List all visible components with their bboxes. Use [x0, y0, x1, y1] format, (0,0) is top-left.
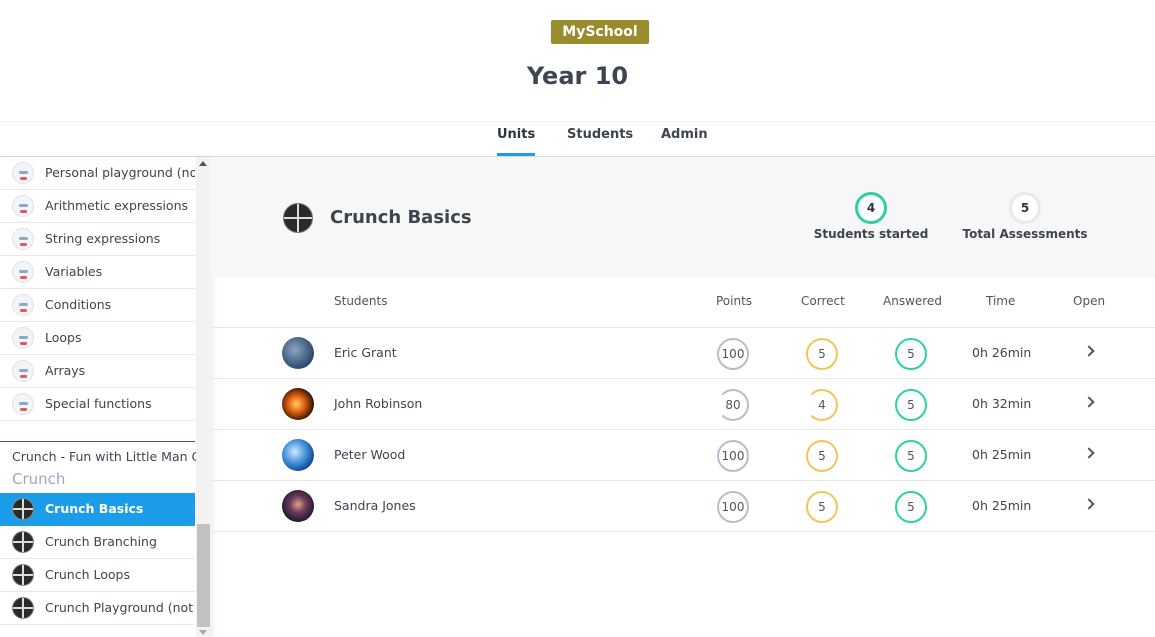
student-name: Peter Wood: [334, 447, 406, 462]
crunch-icon: [12, 597, 34, 619]
sidebar-item-crunch-loops[interactable]: Crunch Loops: [0, 559, 195, 592]
crunch-icon: [12, 498, 34, 520]
total-assessments-stat: 5 Total Assessments: [961, 192, 1089, 241]
header-answered: Answered: [883, 294, 942, 308]
total-assessments-label: Total Assessments: [962, 227, 1088, 241]
school-badge[interactable]: MySchool: [551, 20, 649, 44]
students-started-stat: 4 Students started: [809, 192, 933, 241]
page-title: Year 10: [526, 62, 629, 90]
correct-ring: 4: [806, 389, 838, 421]
sidebar-item-arithmetic-expressions[interactable]: Arithmetic expressions: [0, 190, 195, 223]
sidebar-item-variables[interactable]: Variables: [0, 256, 195, 289]
tab-admin[interactable]: Admin: [661, 127, 708, 156]
robot-icon: [12, 228, 34, 250]
sidebar-item-label: Special functions: [45, 396, 152, 411]
sidebar-item-conditions[interactable]: Conditions: [0, 289, 195, 322]
correct-ring: 5: [806, 440, 838, 472]
chevron-right-icon[interactable]: [1083, 342, 1097, 362]
time-spent: 0h 32min: [972, 396, 1032, 411]
correct-ring: 5: [806, 338, 838, 370]
scroll-down-arrow-icon[interactable]: [199, 630, 207, 635]
tab-bar: Units Students Admin: [0, 122, 1155, 157]
sidebar-item-label: Personal playground (not: [45, 165, 195, 180]
sidebar-item-crunch-basics[interactable]: Crunch Basics: [0, 493, 195, 526]
students-started-count: 4: [855, 192, 887, 224]
answered-ring: 5: [895, 491, 927, 523]
header-open: Open: [1073, 294, 1106, 308]
sidebar-item-label: Crunch Basics: [45, 501, 144, 516]
answered-ring: 5: [895, 338, 927, 370]
student-name: John Robinson: [334, 396, 423, 411]
avatar: [282, 439, 314, 471]
total-assessments-count: 5: [1009, 192, 1041, 224]
unit-summary-panel: Crunch Basics 4 Students started 5 Total…: [211, 157, 1155, 277]
scroll-up-arrow-icon[interactable]: [199, 161, 207, 166]
table-row: Peter Wood 100 5 5 0h 25min: [211, 430, 1155, 481]
table-row: Eric Grant 100 5 5 0h 26min: [211, 328, 1155, 379]
table-row: John Robinson 80 4 5 0h 32min: [211, 379, 1155, 430]
chevron-right-icon[interactable]: [1083, 393, 1097, 413]
scroll-thumb[interactable]: [197, 524, 210, 627]
points-ring: 100: [717, 491, 749, 523]
robot-icon: [12, 195, 34, 217]
crunch-icon: [12, 531, 34, 553]
time-spent: 0h 25min: [972, 447, 1032, 462]
sidebar-item-label: Arithmetic expressions: [45, 198, 189, 213]
header-time: Time: [986, 294, 1016, 308]
sidebar-item-label: Arrays: [45, 363, 86, 378]
sidebar-item-personal-playground[interactable]: Personal playground (not: [0, 157, 195, 190]
student-name: Eric Grant: [334, 345, 397, 360]
points-ring: 100: [717, 338, 749, 370]
sidebar-item-label: Crunch Loops: [45, 567, 130, 582]
answered-ring: 5: [895, 389, 927, 421]
avatar: [282, 337, 314, 369]
robot-icon: [12, 162, 34, 184]
sidebar-item-label: Variables: [45, 264, 103, 279]
points-ring: 80: [717, 389, 749, 421]
avatar: [282, 490, 314, 522]
table-header: Students Points Correct Answered Time Op…: [211, 277, 1155, 328]
table-row: Sandra Jones 100 5 5 0h 25min: [211, 481, 1155, 532]
sidebar-item-label: Loops: [45, 330, 82, 345]
points-ring: 100: [717, 440, 749, 472]
sidebar-item-loops[interactable]: Loops: [0, 322, 195, 355]
time-spent: 0h 26min: [972, 345, 1032, 360]
sidebar-group-divider: [0, 441, 195, 442]
sidebar-item-arrays[interactable]: Arrays: [0, 355, 195, 388]
robot-icon: [12, 294, 34, 316]
sidebar-item-label: String expressions: [45, 231, 161, 246]
robot-icon: [12, 360, 34, 382]
sidebar-item-label: Crunch Branching: [45, 534, 157, 549]
sidebar-group-subtitle: Crunch: [12, 470, 66, 488]
time-spent: 0h 25min: [972, 498, 1032, 513]
sidebar-item-label: Crunch Playground (not a: [45, 600, 195, 615]
robot-icon: [12, 393, 34, 415]
unit-title: Crunch Basics: [330, 207, 472, 228]
sidebar-group-title[interactable]: Crunch - Fun with Little Man C...: [12, 449, 197, 464]
students-started-label: Students started: [813, 227, 929, 241]
correct-ring: 5: [806, 491, 838, 523]
robot-icon: [12, 261, 34, 283]
crunch-icon: [12, 564, 34, 586]
sidebar-item-string-expressions[interactable]: String expressions: [0, 223, 195, 256]
sidebar-item-crunch-playground[interactable]: Crunch Playground (not a: [0, 592, 195, 625]
chevron-right-icon[interactable]: [1083, 495, 1097, 515]
tab-units[interactable]: Units: [497, 127, 536, 156]
sidebar-item-crunch-branching[interactable]: Crunch Branching: [0, 526, 195, 559]
chevron-right-icon[interactable]: [1083, 444, 1097, 464]
robot-icon: [12, 327, 34, 349]
tab-students[interactable]: Students: [567, 127, 633, 156]
header-points: Points: [716, 294, 753, 308]
avatar: [282, 388, 314, 420]
sidebar-scrollbar[interactable]: [196, 157, 211, 637]
answered-ring: 5: [895, 440, 927, 472]
sidebar-item-label: Conditions: [45, 297, 112, 312]
header-students: Students: [334, 294, 388, 308]
unit-sidebar: Personal playground (not Arithmetic expr…: [0, 157, 211, 637]
header-correct: Correct: [801, 294, 845, 308]
crunch-icon: [283, 203, 313, 233]
sidebar-item-special-functions[interactable]: Special functions: [0, 388, 195, 421]
student-name: Sandra Jones: [334, 498, 416, 513]
